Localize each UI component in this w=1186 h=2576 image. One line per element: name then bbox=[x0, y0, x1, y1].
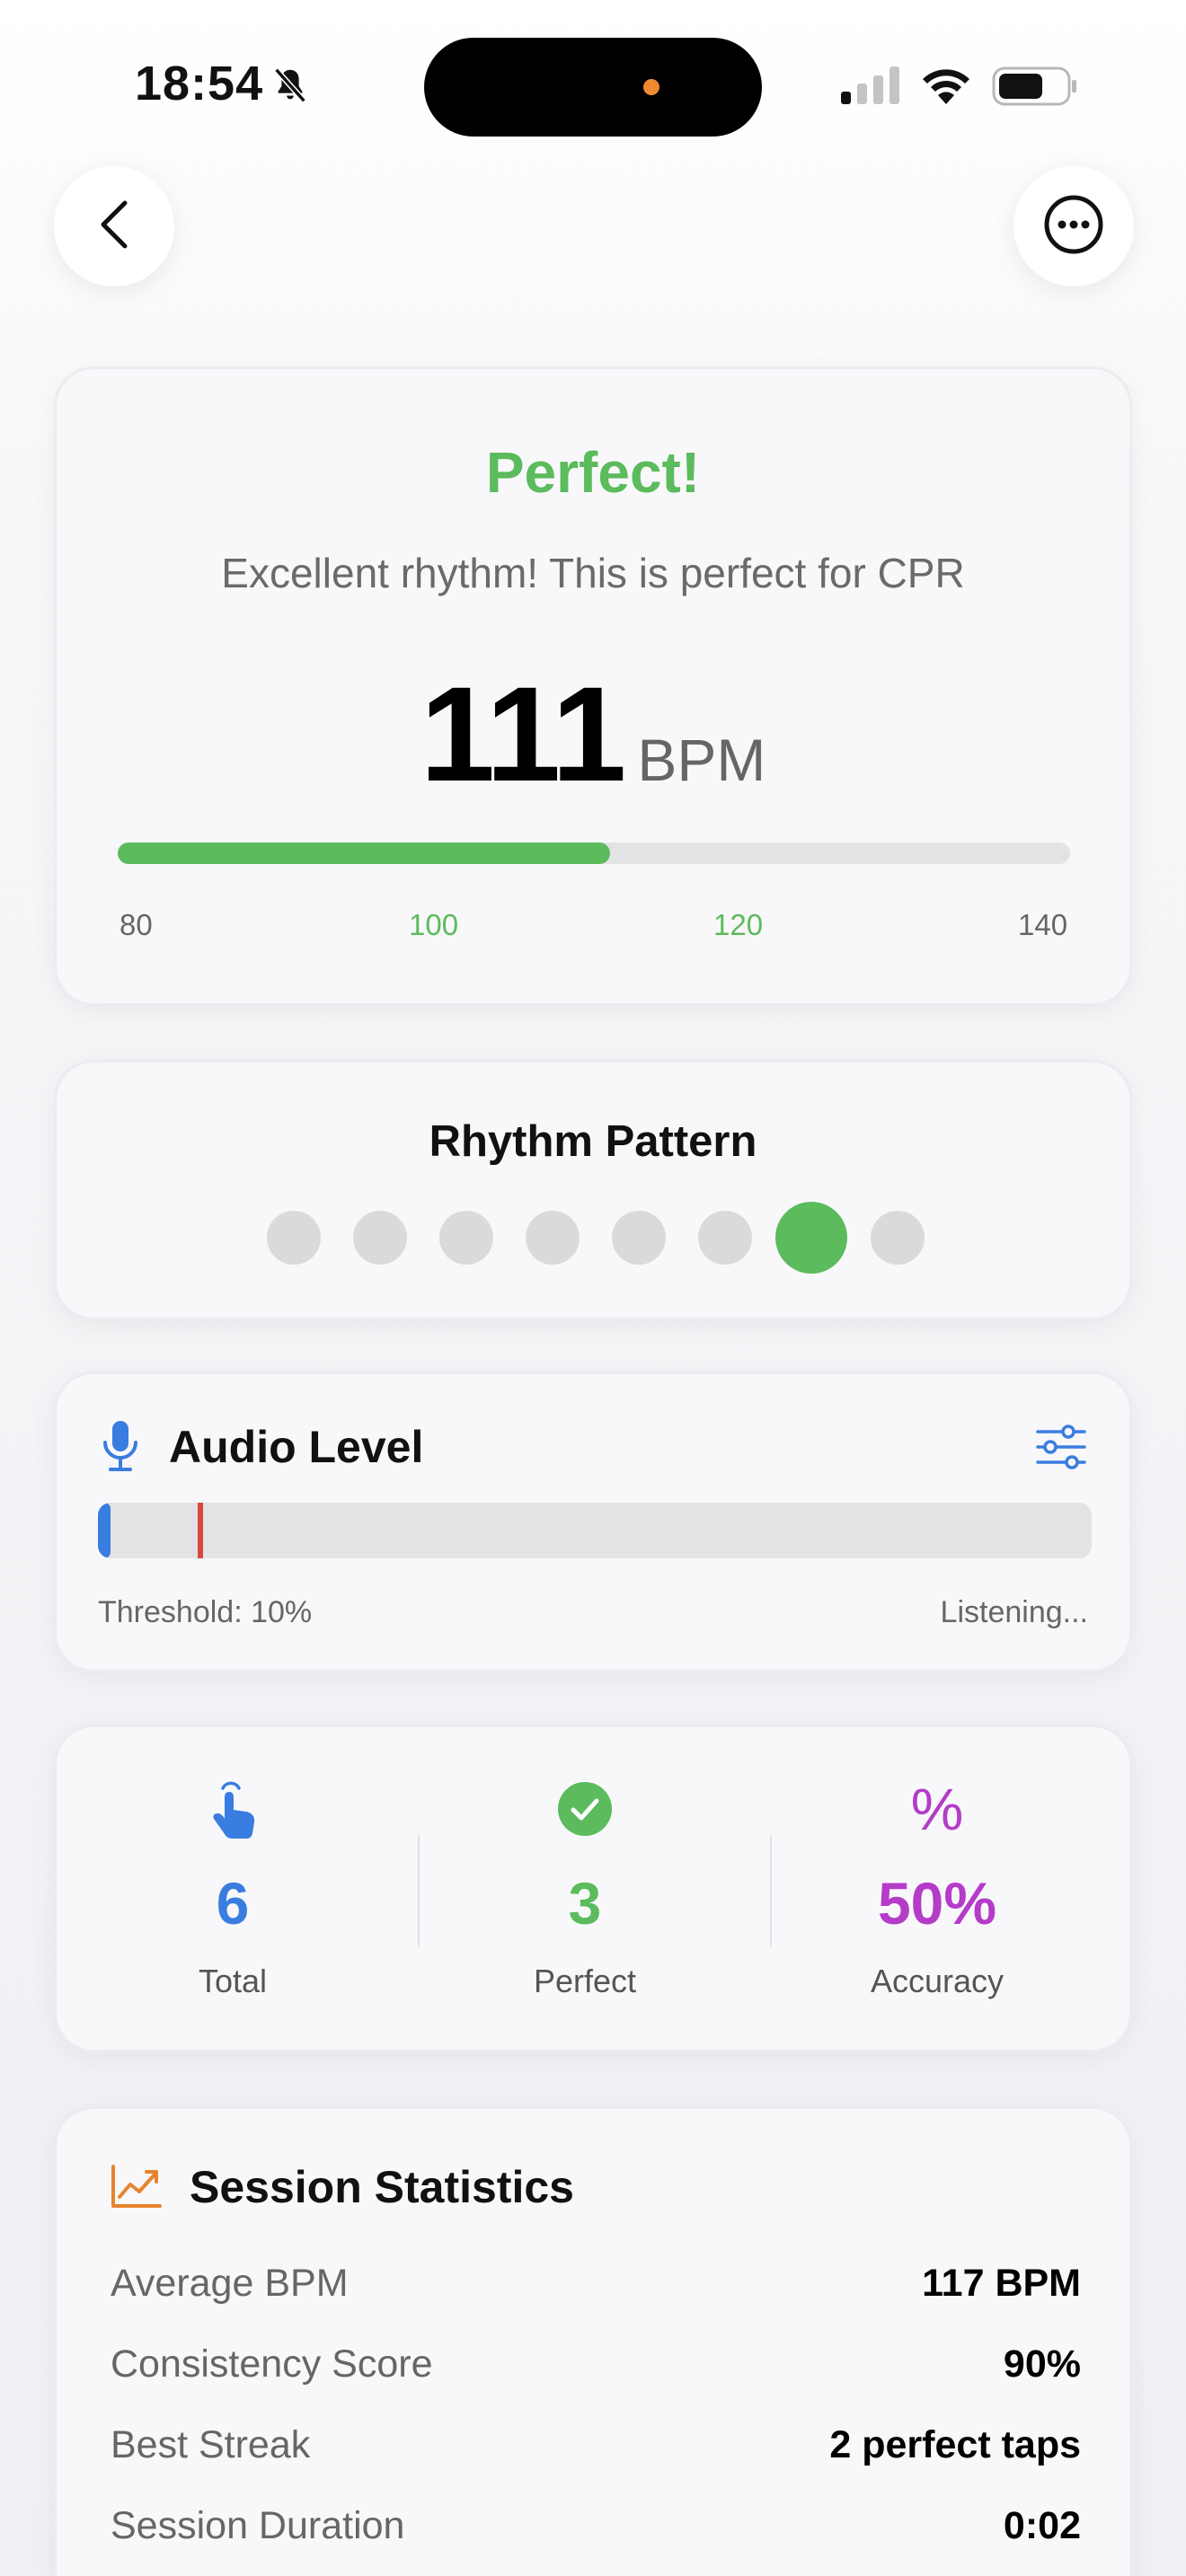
bpm-unit: BPM bbox=[637, 727, 766, 793]
dynamic-island bbox=[424, 38, 762, 137]
rhythm-dot bbox=[871, 1211, 925, 1265]
stat-row-best-streak: Best Streak 2 perfect taps bbox=[111, 2423, 1081, 2477]
rhythm-pattern-title: Rhythm Pattern bbox=[429, 1117, 757, 1166]
bpm-range-fill bbox=[118, 842, 610, 864]
stat-perfect-label: Perfect bbox=[533, 1963, 637, 1999]
percent-icon: % bbox=[910, 1776, 964, 1842]
ellipsis-circle-icon bbox=[1043, 194, 1104, 260]
row-value: 0:02 bbox=[1003, 2504, 1081, 2547]
recording-indicator bbox=[643, 79, 659, 95]
scale-tick-120: 120 bbox=[713, 908, 764, 941]
stat-total-label: Total bbox=[198, 1963, 268, 1999]
microphone-icon bbox=[100, 1419, 141, 1478]
rhythm-dot bbox=[526, 1211, 580, 1265]
scale-tick-80: 80 bbox=[119, 908, 153, 941]
stat-perfect: 3 Perfect bbox=[409, 1727, 761, 2050]
scale-tick-140: 140 bbox=[1018, 908, 1068, 941]
row-value: 2 perfect taps bbox=[829, 2423, 1081, 2466]
row-value: 117 BPM bbox=[922, 2262, 1081, 2305]
stat-accuracy: % 50% Accuracy bbox=[761, 1727, 1113, 2050]
rhythm-dot bbox=[267, 1211, 321, 1265]
rhythm-pattern-card: Rhythm Pattern bbox=[54, 1060, 1132, 1320]
status-time: 18:54 bbox=[135, 57, 264, 110]
stat-accuracy-value: 50% bbox=[877, 1870, 997, 1936]
stat-accuracy-label: Accuracy bbox=[870, 1963, 1005, 1999]
chart-trend-up-icon bbox=[111, 2163, 163, 2214]
row-label: Consistency Score bbox=[111, 2342, 433, 2386]
rhythm-dot bbox=[353, 1211, 407, 1265]
stat-row-consistency-score: Consistency Score 90% bbox=[111, 2342, 1081, 2396]
stat-total: 6 Total bbox=[57, 1727, 409, 2050]
hand-tap-icon bbox=[205, 1781, 261, 1845]
stat-total-value: 6 bbox=[216, 1870, 250, 1936]
stat-row-session-duration: Session Duration 0:02 bbox=[111, 2504, 1081, 2558]
chevron-left-icon bbox=[94, 198, 134, 256]
row-label: Best Streak bbox=[111, 2423, 311, 2466]
rate-feedback-card: Perfect! Excellent rhythm! This is perfe… bbox=[54, 366, 1132, 1006]
rhythm-dot bbox=[698, 1211, 752, 1265]
status-bar: 18:54 bbox=[0, 0, 1186, 171]
audio-level-meter bbox=[98, 1503, 1092, 1558]
back-button[interactable] bbox=[54, 166, 174, 287]
stat-row-average-bpm: Average BPM 117 BPM bbox=[111, 2262, 1081, 2316]
rate-status-title: Perfect! bbox=[485, 440, 701, 505]
bpm-readout: 111 BPM bbox=[57, 657, 1129, 812]
session-statistics-card: Session Statistics Average BPM 117 BPM C… bbox=[54, 2106, 1132, 2576]
bell-slash-icon bbox=[270, 65, 311, 110]
rhythm-dot-active bbox=[775, 1202, 847, 1274]
more-options-button[interactable] bbox=[1013, 166, 1134, 287]
cellular-signal-icon bbox=[841, 66, 900, 109]
threshold-label: Threshold: 10% bbox=[98, 1595, 313, 1629]
stat-perfect-value: 3 bbox=[568, 1870, 602, 1936]
session-statistics-title: Session Statistics bbox=[190, 2162, 574, 2212]
bpm-value: 111 bbox=[420, 658, 627, 809]
tap-stats-card: 6 Total 3 Perfect % 50% Accuracy bbox=[54, 1725, 1132, 2052]
row-label: Average BPM bbox=[111, 2262, 349, 2305]
battery-icon bbox=[992, 66, 1078, 110]
sliders-icon[interactable] bbox=[1036, 1425, 1086, 1474]
rhythm-dots bbox=[57, 1202, 1129, 1274]
rhythm-dot bbox=[439, 1211, 493, 1265]
audio-level-title: Audio Level bbox=[169, 1422, 424, 1472]
wifi-icon bbox=[920, 65, 972, 109]
rate-status-message: Excellent rhythm! This is perfect for CP… bbox=[221, 550, 965, 596]
audio-level-fill bbox=[98, 1503, 111, 1558]
checkmark-circle-icon bbox=[557, 1781, 613, 1841]
listening-status: Listening... bbox=[940, 1595, 1088, 1629]
audio-level-card: Audio Level Threshold: 10% Listening... bbox=[54, 1372, 1132, 1672]
rhythm-dot bbox=[612, 1211, 666, 1265]
scale-tick-100: 100 bbox=[409, 908, 459, 941]
row-value: 90% bbox=[1003, 2342, 1081, 2386]
threshold-marker[interactable] bbox=[197, 1503, 203, 1558]
row-label: Session Duration bbox=[111, 2504, 405, 2547]
bpm-range-bar bbox=[118, 842, 1070, 864]
